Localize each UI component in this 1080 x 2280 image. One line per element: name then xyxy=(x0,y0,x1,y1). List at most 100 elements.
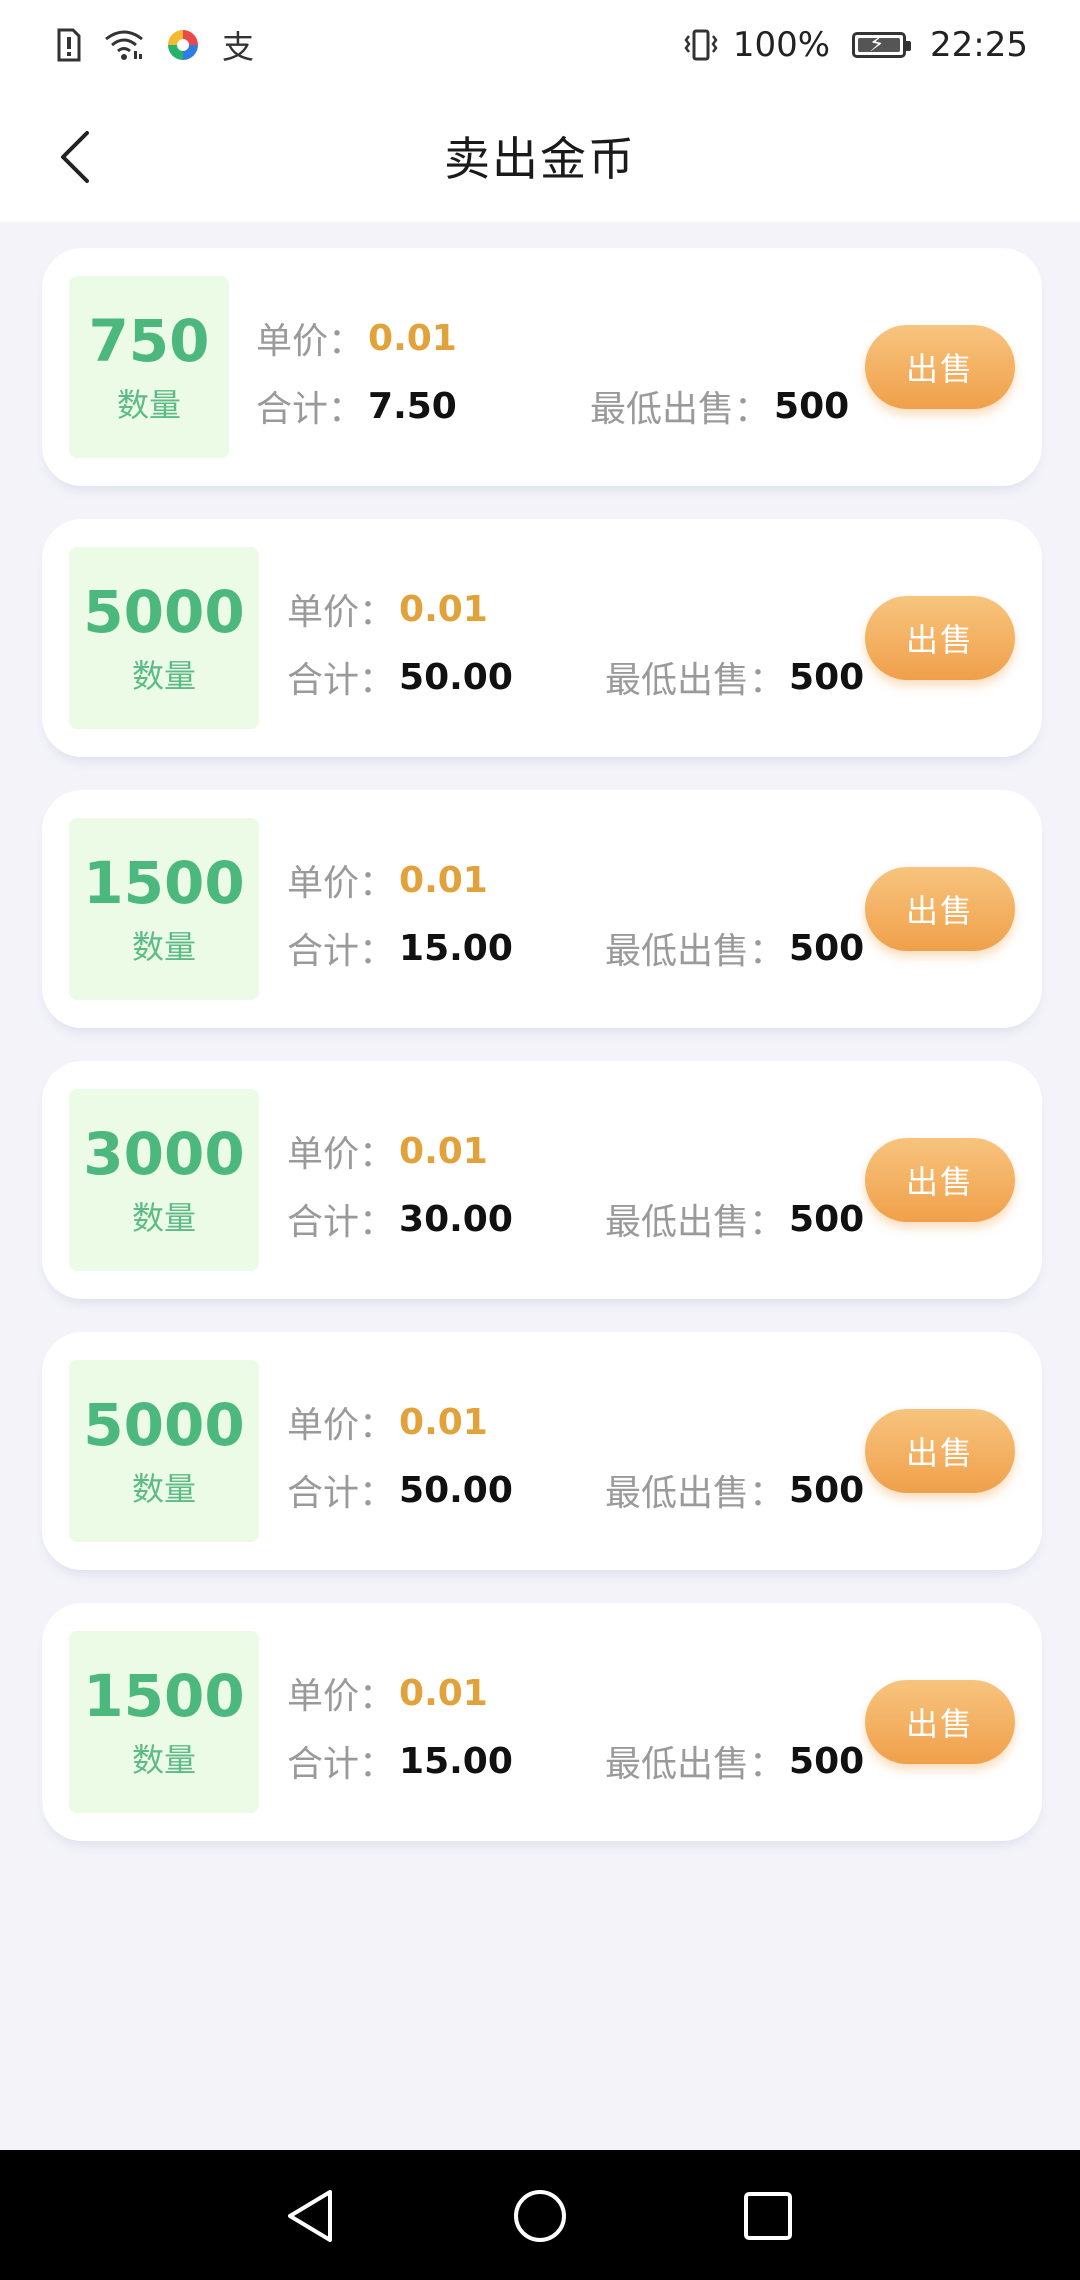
listing-card: 3000 数量 单价： 0.01 合计： 30.00 最低出售： 500 出售 xyxy=(42,1061,1042,1299)
unit-price-value: 0.01 xyxy=(399,1401,488,1443)
min-sell-value: 500 xyxy=(789,1198,865,1240)
total-row: 合计： 15.00 最低出售： 500 xyxy=(287,1727,864,1795)
back-button[interactable] xyxy=(40,122,110,192)
square-recents-icon xyxy=(744,2192,792,2240)
quantity-label: 数量 xyxy=(131,657,196,695)
min-sell-label: 最低出售： xyxy=(605,1202,786,1243)
total-value: 50.00 xyxy=(399,1469,513,1511)
quantity-value: 5000 xyxy=(83,578,245,646)
unit-price-row: 单价： 0.01 xyxy=(287,1117,513,1185)
system-nav-bar xyxy=(0,2150,1080,2280)
unit-price-label: 单价： xyxy=(287,1134,396,1175)
quantity-box: 1500 数量 xyxy=(69,1631,259,1813)
min-sell-value: 500 xyxy=(789,1740,865,1782)
listing-info: 单价： 0.01 合计： 50.00 最低出售： 500 xyxy=(287,575,864,711)
listing-card: 1500 数量 单价： 0.01 合计： 15.00 最低出售： 500 出售 xyxy=(42,1603,1042,1841)
unit-price-value: 0.01 xyxy=(399,588,488,630)
total-label: 合计： xyxy=(287,660,396,701)
min-sell: 最低出售： 500 xyxy=(605,1464,864,1516)
quantity-label: 数量 xyxy=(131,1741,196,1779)
nav-bar: 卖出金币 xyxy=(0,90,1080,222)
listing-info: 单价： 0.01 合计： 30.00 最低出售： 500 xyxy=(287,1117,864,1253)
total-row: 合计： 50.00 最低出售： 500 xyxy=(287,643,864,711)
quantity-box: 750 数量 xyxy=(69,276,229,458)
alert-sim-icon xyxy=(56,28,82,62)
total-value: 50.00 xyxy=(399,656,513,698)
sell-button[interactable]: 出售 xyxy=(865,1409,1015,1493)
chevron-left-icon xyxy=(61,131,89,183)
total-label: 合计： xyxy=(287,931,396,972)
total-label: 合计： xyxy=(256,389,365,430)
unit-price-row: 单价： 0.01 xyxy=(287,846,513,914)
listing-info: 单价： 0.01 合计： 15.00 最低出售： 500 xyxy=(287,846,864,982)
quantity-box: 5000 数量 xyxy=(69,1360,259,1542)
listing-info: 单价： 0.01 合计： 15.00 最低出售： 500 xyxy=(287,1659,864,1795)
total-value: 15.00 xyxy=(399,1740,513,1782)
sell-button[interactable]: 出售 xyxy=(865,867,1015,951)
clock: 22:25 xyxy=(930,25,1028,65)
min-sell: 最低出售： 500 xyxy=(605,922,864,974)
total-label: 合计： xyxy=(287,1202,396,1243)
quantity-box: 1500 数量 xyxy=(69,818,259,1000)
min-sell-label: 最低出售： xyxy=(590,389,771,430)
unit-price-label: 单价： xyxy=(287,592,396,633)
sell-button[interactable]: 出售 xyxy=(865,325,1015,409)
status-right-icons: 100% ⚡ 22:25 xyxy=(683,25,1028,65)
listing-info: 单价： 0.01 合计： 7.50 最低出售： 500 xyxy=(256,304,849,440)
quantity-value: 1500 xyxy=(83,849,245,917)
vibrate-icon xyxy=(683,28,719,62)
total-label: 合计： xyxy=(287,1473,396,1514)
battery-icon: ⚡ xyxy=(852,32,912,58)
nav-home-button[interactable] xyxy=(510,2186,570,2246)
quantity-value: 750 xyxy=(88,307,210,375)
min-sell-label: 最低出售： xyxy=(605,1473,786,1514)
quantity-box: 3000 数量 xyxy=(69,1089,259,1271)
quantity-label: 数量 xyxy=(116,386,181,424)
unit-price-label: 单价： xyxy=(287,1676,396,1717)
quantity-value: 3000 xyxy=(83,1120,245,1188)
nav-recents-button[interactable] xyxy=(738,2186,798,2246)
listing-list: 750 数量 单价： 0.01 合计： 7.50 最低出售： 500 出售 50… xyxy=(42,248,1042,1874)
listing-info: 单价： 0.01 合计： 50.00 最低出售： 500 xyxy=(287,1388,864,1524)
sell-button[interactable]: 出售 xyxy=(865,596,1015,680)
page-title: 卖出金币 xyxy=(444,132,636,186)
listing-card: 1500 数量 单价： 0.01 合计： 15.00 最低出售： 500 出售 xyxy=(42,790,1042,1028)
min-sell-label: 最低出售： xyxy=(605,660,786,701)
circle-home-icon xyxy=(514,2190,566,2242)
total-row: 合计： 7.50 最低出售： 500 xyxy=(256,372,849,440)
unit-price-value: 0.01 xyxy=(399,1130,488,1172)
unit-price-row: 单价： 0.01 xyxy=(287,575,513,643)
status-left-icons: 支 xyxy=(56,22,254,68)
quantity-value: 1500 xyxy=(83,1662,245,1730)
unit-price-label: 单价： xyxy=(287,863,396,904)
battery-percent: 100% xyxy=(732,25,831,65)
unit-price-value: 0.01 xyxy=(399,1672,488,1714)
min-sell-value: 500 xyxy=(789,656,865,698)
sell-button[interactable]: 出售 xyxy=(865,1138,1015,1222)
unit-price-value: 0.01 xyxy=(399,859,488,901)
min-sell-value: 500 xyxy=(774,385,850,427)
wifi-icon xyxy=(104,29,144,61)
unit-price-row: 单价： 0.01 xyxy=(256,304,457,372)
listing-card: 5000 数量 单价： 0.01 合计： 50.00 最低出售： 500 出售 xyxy=(42,519,1042,757)
listing-card: 5000 数量 单价： 0.01 合计： 50.00 最低出售： 500 出售 xyxy=(42,1332,1042,1570)
total-row: 合计： 50.00 最低出售： 500 xyxy=(287,1456,864,1524)
triangle-back-icon xyxy=(288,2190,332,2242)
quantity-label: 数量 xyxy=(131,1470,196,1508)
nav-back-button[interactable] xyxy=(280,2186,340,2246)
total-row: 合计： 15.00 最低出售： 500 xyxy=(287,914,864,982)
unit-price-label: 单价： xyxy=(256,321,365,362)
min-sell: 最低出售： 500 xyxy=(605,1735,864,1787)
total-value: 15.00 xyxy=(399,927,513,969)
quantity-label: 数量 xyxy=(131,928,196,966)
min-sell: 最低出售： 500 xyxy=(605,651,864,703)
quantity-value: 5000 xyxy=(83,1391,245,1459)
min-sell: 最低出售： 500 xyxy=(605,1193,864,1245)
sell-button[interactable]: 出售 xyxy=(865,1680,1015,1764)
min-sell-label: 最低出售： xyxy=(605,1744,786,1785)
total-value: 30.00 xyxy=(399,1198,513,1240)
quantity-label: 数量 xyxy=(131,1199,196,1237)
listing-card: 750 数量 单价： 0.01 合计： 7.50 最低出售： 500 出售 xyxy=(42,248,1042,486)
unit-price-row: 单价： 0.01 xyxy=(287,1659,513,1727)
total-row: 合计： 30.00 最低出售： 500 xyxy=(287,1185,864,1253)
